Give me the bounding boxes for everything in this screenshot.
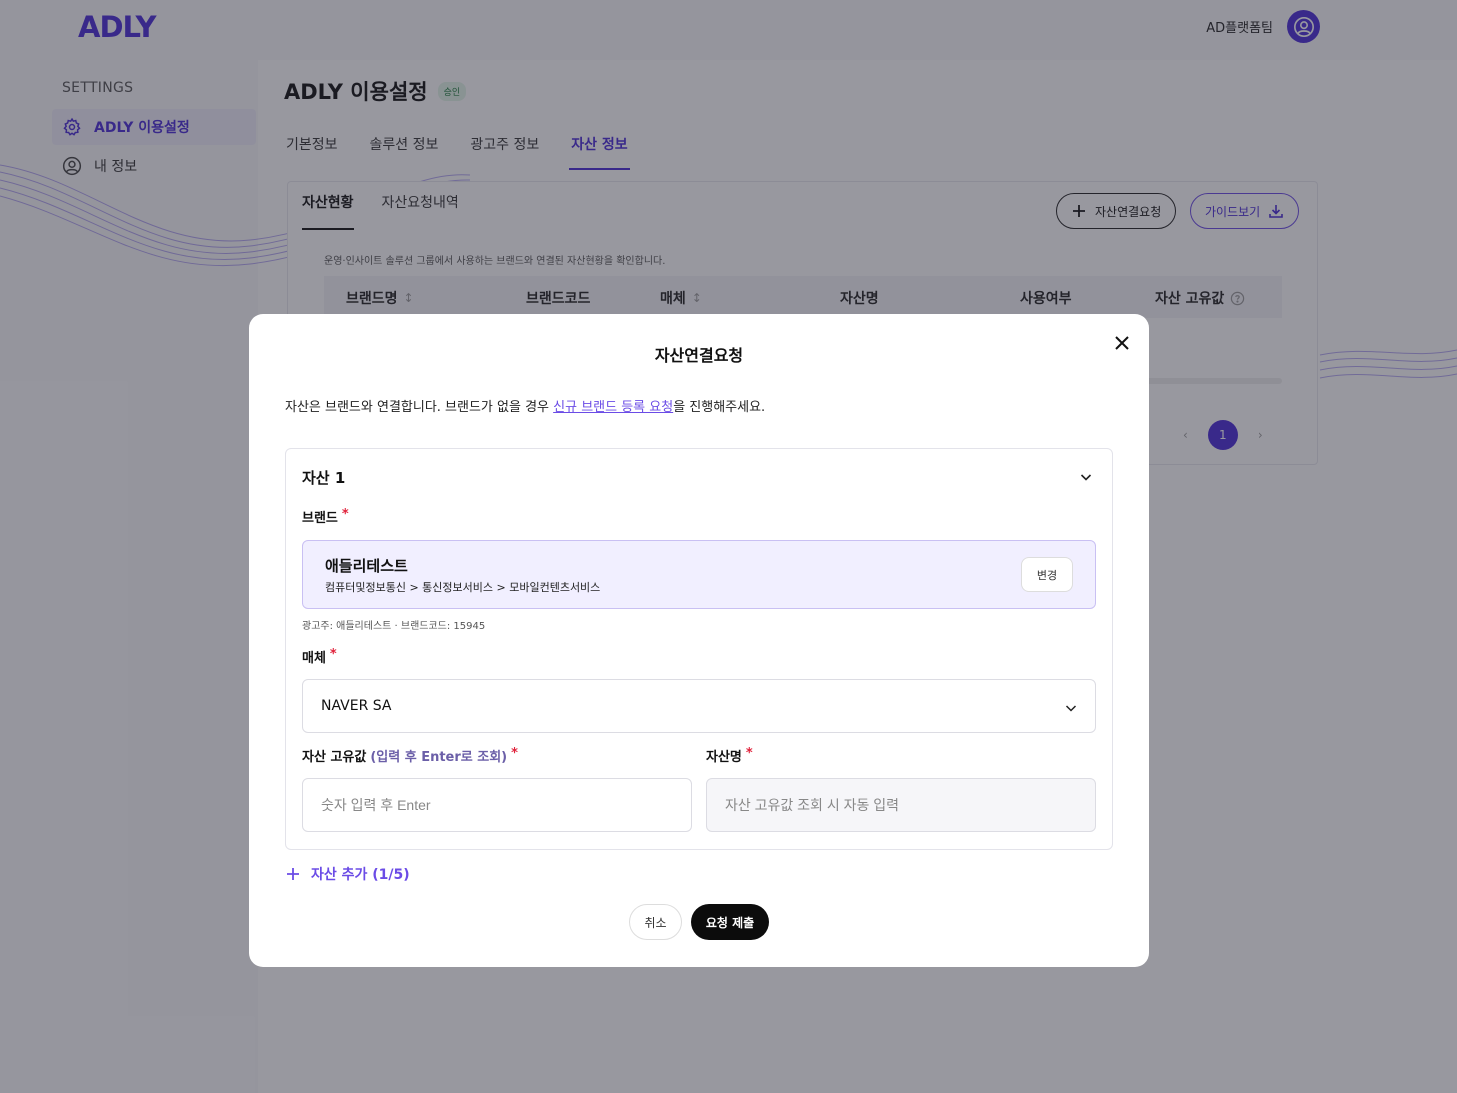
label-text: 자산명 [706,750,742,765]
label-text: 매체 [302,651,326,666]
asset-section-title: 자산 1 [302,469,346,487]
intro-text-after: 을 진행해주세요. [673,400,766,415]
media-select-value: NAVER SA [321,698,392,714]
plus-icon [287,868,299,880]
label-text: 자산 고유값 [302,750,367,765]
close-icon [1115,336,1129,350]
intro-text-before: 자산은 브랜드와 연결합니다. 브랜드가 없을 경우 [285,400,554,415]
media-select[interactable]: NAVER SA [302,679,1096,733]
asset-id-hint: (입력 후 Enter로 조회) [370,750,508,765]
required-mark: * [511,746,518,761]
asset-name-field-label: 자산명 * [706,746,753,765]
brand-name: 애들리테스트 [325,557,408,575]
asset-id-field-label: 자산 고유값 (입력 후 Enter로 조회) * [302,746,518,765]
chevron-down-icon[interactable] [1078,469,1094,485]
close-button[interactable] [1109,330,1135,356]
modal-intro: 자산은 브랜드와 연결합니다. 브랜드가 없을 경우 신규 브랜드 등록 요청을… [285,396,765,415]
brand-category-path: 컴퓨터및정보통신 > 통신정보서비스 > 모바일컨텐츠서비스 [325,581,601,594]
change-brand-button[interactable]: 변경 [1021,557,1073,592]
cancel-button[interactable]: 취소 [629,904,682,940]
submit-request-button[interactable]: 요청 제출 [691,904,769,940]
selected-brand-card: 애들리테스트 컴퓨터및정보통신 > 통신정보서비스 > 모바일컨텐츠서비스 변경 [302,540,1096,609]
required-mark: * [329,647,337,662]
media-field-label: 매체 * [302,647,337,666]
asset-name-input [706,778,1096,832]
label-text: 브랜드 [302,511,338,526]
brand-field-label: 브랜드 * [302,507,349,526]
required-mark: * [341,507,349,522]
new-brand-request-link[interactable]: 신규 브랜드 등록 요청 [553,400,673,415]
asset-id-input[interactable] [302,778,692,832]
modal-title: 자산연결요청 [654,346,744,365]
add-asset-label: 자산 추가 (1/5) [311,867,410,883]
add-asset-button[interactable]: 자산 추가 (1/5) [285,864,410,884]
required-mark: * [745,746,753,761]
asset-connect-request-modal: 자산연결요청 자산은 브랜드와 연결합니다. 브랜드가 없을 경우 신규 브랜드… [249,314,1149,967]
chevron-down-icon [1065,705,1077,712]
asset-section: 자산 1 브랜드 * 애들리테스트 컴퓨터및정보통신 > 통신정보서비스 > 모바… [285,448,1113,850]
brand-meta: 광고주: 애들리테스트 · 브랜드코드: 15945 [302,621,486,632]
